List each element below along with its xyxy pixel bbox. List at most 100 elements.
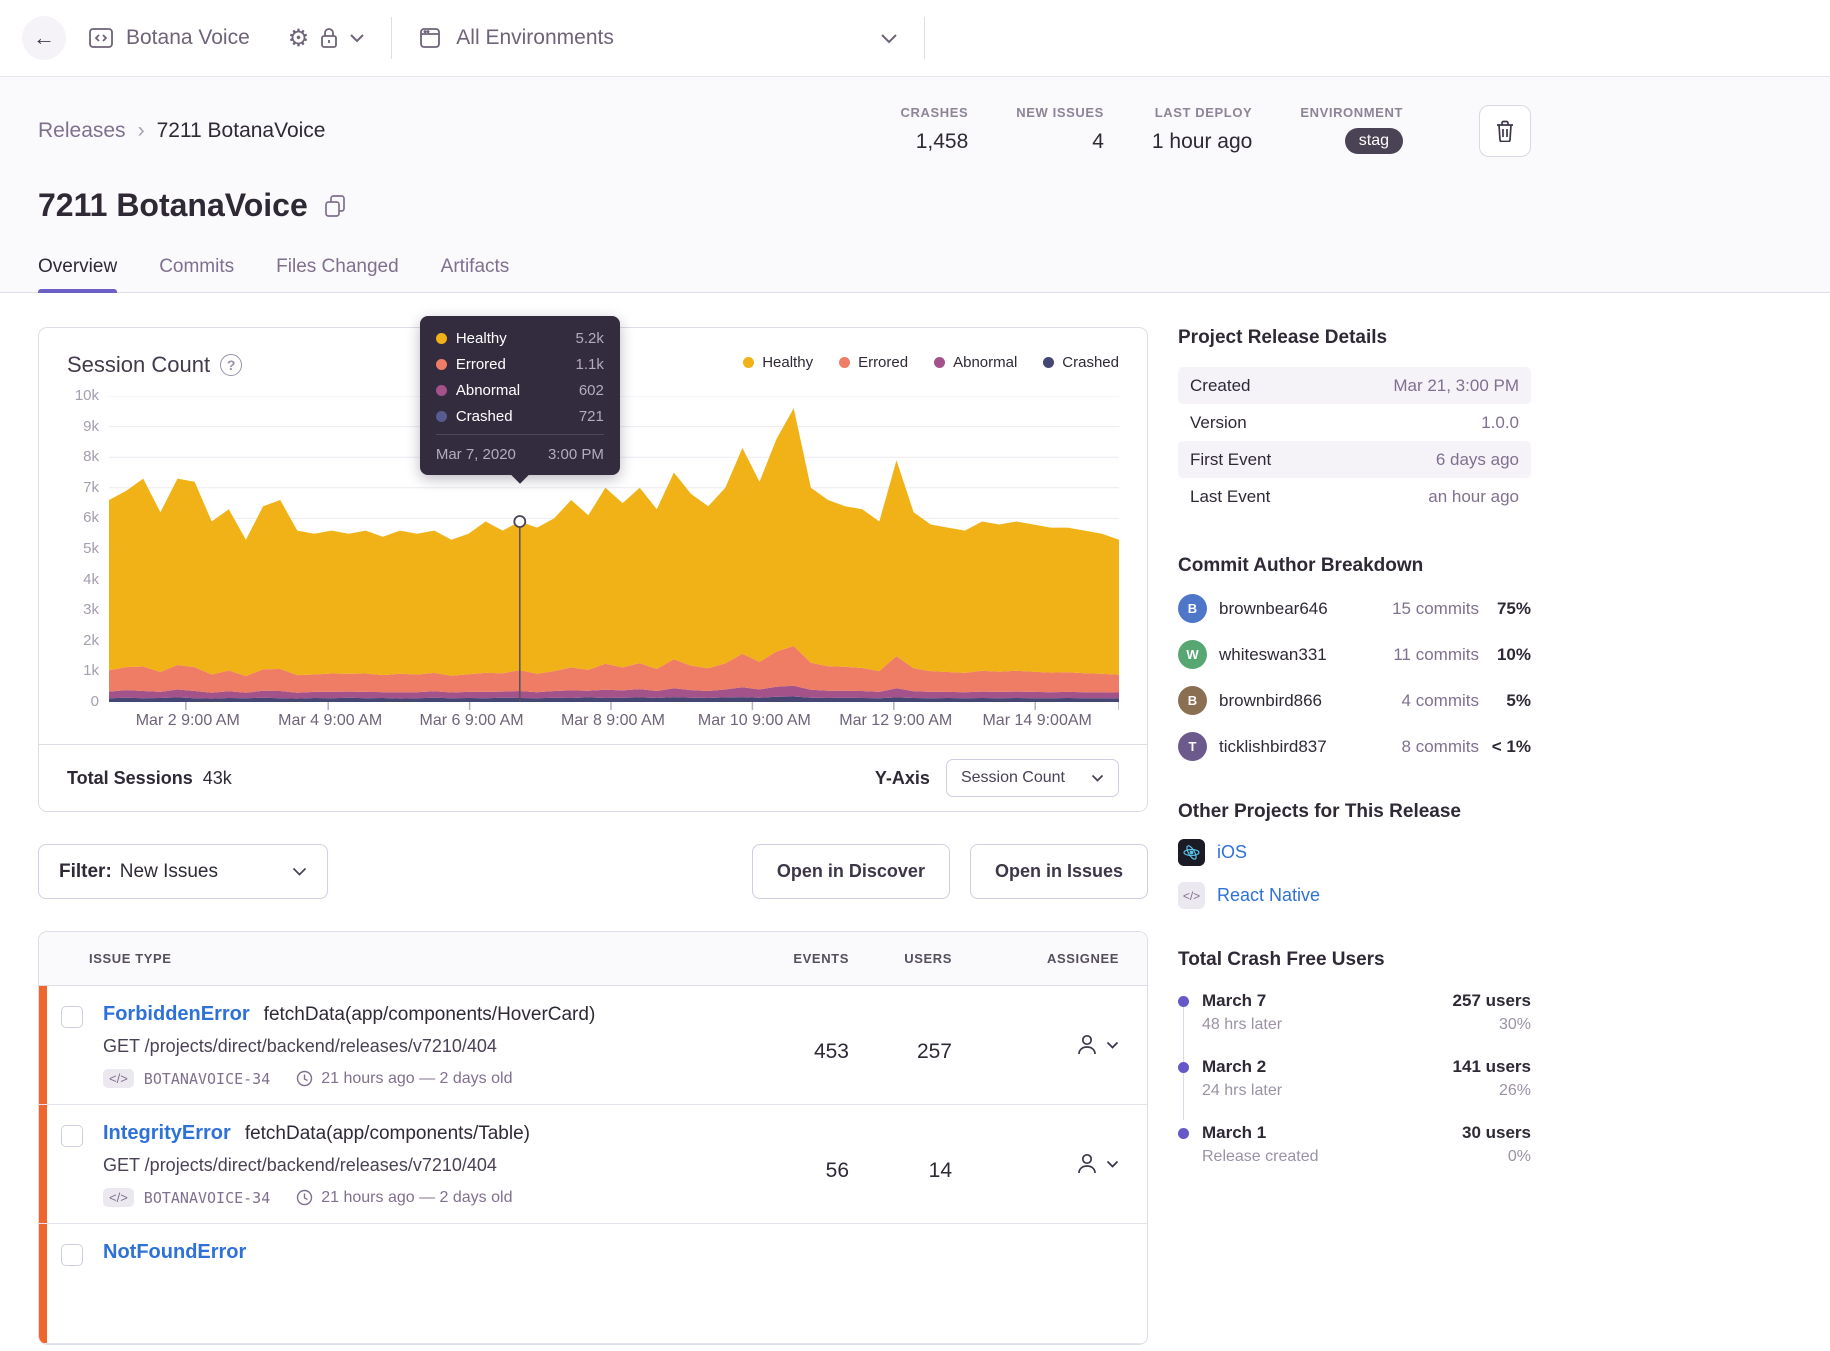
col-events: EVENTS xyxy=(793,951,849,966)
project-chevron-down-icon[interactable] xyxy=(349,33,365,43)
chart-y-axis: 0 1k 2k 3k 4k 5k 6k 7k 8k 9k 10k xyxy=(67,387,109,710)
tooltip-healthy-label: Healthy xyxy=(455,330,507,347)
environment-chevron-down-icon xyxy=(880,33,898,44)
issue-title-link[interactable]: NotFoundError xyxy=(103,1241,246,1264)
stat-last-deploy-value: 1 hour ago xyxy=(1151,130,1253,153)
crash-free-timeline: March 7 48 hrs later 257 users 30% March… xyxy=(1178,991,1531,1166)
legend-errored: Errored xyxy=(839,354,908,371)
tooltip-time: 3:00 PM xyxy=(547,446,604,463)
author-row: B brownbird866 4 commits 5% xyxy=(1178,686,1531,715)
react-native-project-icon: </> xyxy=(1178,882,1205,909)
timeline-dot-icon xyxy=(1178,996,1189,1007)
issue-age: 21 hours ago — 2 days old xyxy=(296,1070,512,1088)
y-axis-tick: 0 xyxy=(90,693,99,710)
delete-release-button[interactable] xyxy=(1479,105,1531,157)
open-in-discover-button[interactable]: Open in Discover xyxy=(751,844,950,899)
breadcrumb-releases-link[interactable]: Releases xyxy=(38,119,126,143)
filter-chevron-down-icon xyxy=(292,867,307,876)
open-in-issues-button[interactable]: Open in Issues xyxy=(969,844,1148,899)
timeline-entry: March 2 24 hrs later 141 users 26% xyxy=(1178,1057,1531,1100)
tooltip-abnormal-value: 602 xyxy=(578,382,604,399)
x-axis-tick: Mar 4 9:00 AM xyxy=(278,712,383,729)
settings-gear-icon[interactable]: ⚙ xyxy=(288,24,310,52)
lock-icon[interactable] xyxy=(319,26,339,50)
release-stats: CRASHES 1,458 NEW ISSUES 4 LAST DEPLOY 1… xyxy=(901,105,1531,157)
trash-icon xyxy=(1497,120,1513,142)
y-axis-tick: 6k xyxy=(83,509,99,527)
page-title: 7211 BotanaVoice xyxy=(38,187,308,223)
back-button[interactable]: ← xyxy=(22,16,66,60)
issue-users-count: 14 xyxy=(928,1159,952,1182)
stat-environment: ENVIRONMENT stag xyxy=(1300,105,1403,154)
tab-files-changed[interactable]: Files Changed xyxy=(276,256,399,292)
author-row: B brownbear646 15 commits 75% xyxy=(1178,594,1531,623)
detail-row-first-event: First Event 6 days ago xyxy=(1178,441,1531,478)
yaxis-label: Y-Axis xyxy=(874,767,930,788)
platform-code-icon: </> xyxy=(103,1188,134,1207)
copy-icon[interactable] xyxy=(324,194,346,218)
issue-short-id: BOTANAVOICE-34 xyxy=(143,1069,271,1088)
avatar: B xyxy=(1178,594,1207,623)
commit-authors-list: B brownbear646 15 commits 75% W whiteswa… xyxy=(1178,594,1531,761)
environment-badge: stag xyxy=(1344,128,1403,154)
issue-checkbox[interactable] xyxy=(61,1125,83,1147)
stat-new-issues-label: NEW ISSUES xyxy=(1016,105,1104,120)
breadcrumb: Releases › 7211 BotanaVoice xyxy=(38,105,326,157)
help-icon[interactable]: ? xyxy=(220,354,243,376)
breadcrumb-current: 7211 BotanaVoice xyxy=(156,119,326,142)
x-axis-tick: Mar 8 9:00 AM xyxy=(560,712,665,729)
issues-table-header: ISSUE TYPE EVENTS USERS ASSIGNEE xyxy=(39,932,1147,986)
y-axis-tick: 7k xyxy=(83,478,99,496)
legend-errored-label: Errored xyxy=(858,354,909,371)
top-nav: ← Botana Voice ⚙ All Environments xyxy=(0,0,1830,77)
release-header: Releases › 7211 BotanaVoice CRASHES 1,45… xyxy=(0,77,1830,293)
assignee-selector[interactable] xyxy=(952,1118,1147,1210)
issue-short-id: BOTANAVOICE-34 xyxy=(143,1188,271,1207)
legend-healthy-label: Healthy xyxy=(762,354,814,371)
legend-healthy: Healthy xyxy=(743,354,813,371)
avatar: W xyxy=(1178,640,1207,669)
other-projects-heading: Other Projects for This Release xyxy=(1178,801,1461,822)
issue-title-link[interactable]: IntegrityError xyxy=(103,1122,231,1145)
tooltip-crashed-value: 721 xyxy=(578,408,604,425)
chart-tooltip: Healthy 5.2k Errored 1.1k Abnormal 602 C… xyxy=(419,316,620,484)
issue-checkbox[interactable] xyxy=(61,1244,83,1266)
issue-row-notfounderror: NotFoundError xyxy=(39,1224,1147,1344)
environment-value: All Environments xyxy=(456,26,614,49)
issue-events-count: 453 xyxy=(813,1040,849,1063)
tooltip-healthy-value: 5.2k xyxy=(575,330,604,347)
chevron-down-icon xyxy=(1091,774,1104,782)
react-native-project-link[interactable]: React Native xyxy=(1217,885,1320,906)
commit-authors-heading: Commit Author Breakdown xyxy=(1178,555,1424,576)
issues-filter-dropdown[interactable]: Filter: New Issues xyxy=(38,844,328,899)
assignee-person-icon xyxy=(1078,1153,1096,1174)
project-switcher[interactable]: Botana Voice xyxy=(88,26,250,50)
assignee-chevron-down-icon xyxy=(1106,1160,1119,1168)
issue-severity-bar xyxy=(39,1224,47,1343)
project-name: Botana Voice xyxy=(126,26,250,49)
legend-healthy-dot-icon xyxy=(743,357,755,368)
timeline-entry: March 1 Release created 30 users 0% xyxy=(1178,1123,1531,1166)
issue-title-link[interactable]: ForbiddenError xyxy=(103,1003,250,1026)
stat-last-deploy-label: LAST DEPLOY xyxy=(1154,105,1253,120)
issue-row-forbiddenerror: ForbiddenError fetchData(app/components/… xyxy=(39,986,1147,1105)
crash-free-heading: Total Crash Free Users xyxy=(1178,949,1385,970)
author-row: T ticklishbird837 8 commits < 1% xyxy=(1178,732,1531,761)
issue-checkbox[interactable] xyxy=(61,1006,83,1028)
other-project-ios: iOS xyxy=(1178,839,1531,866)
tab-artifacts[interactable]: Artifacts xyxy=(441,256,510,292)
detail-row-version: Version 1.0.0 xyxy=(1190,412,1519,432)
release-details-table: Created Mar 21, 3:00 PM Version 1.0.0 Fi… xyxy=(1178,367,1531,515)
tab-commits[interactable]: Commits xyxy=(159,256,234,292)
tab-overview[interactable]: Overview xyxy=(38,256,118,293)
assignee-selector[interactable] xyxy=(952,999,1147,1091)
ios-project-link[interactable]: iOS xyxy=(1217,842,1247,863)
yaxis-select[interactable]: Session Count xyxy=(945,759,1119,797)
y-axis-tick: 4k xyxy=(83,570,99,588)
environment-selector[interactable]: All Environments xyxy=(418,26,898,50)
stat-crashes-label: CRASHES xyxy=(900,105,969,120)
stat-crashes: CRASHES 1,458 xyxy=(901,105,969,154)
total-sessions-value: 43k xyxy=(202,767,232,788)
timeline-dot-icon xyxy=(1178,1128,1189,1139)
issue-age: 21 hours ago — 2 days old xyxy=(296,1189,512,1207)
